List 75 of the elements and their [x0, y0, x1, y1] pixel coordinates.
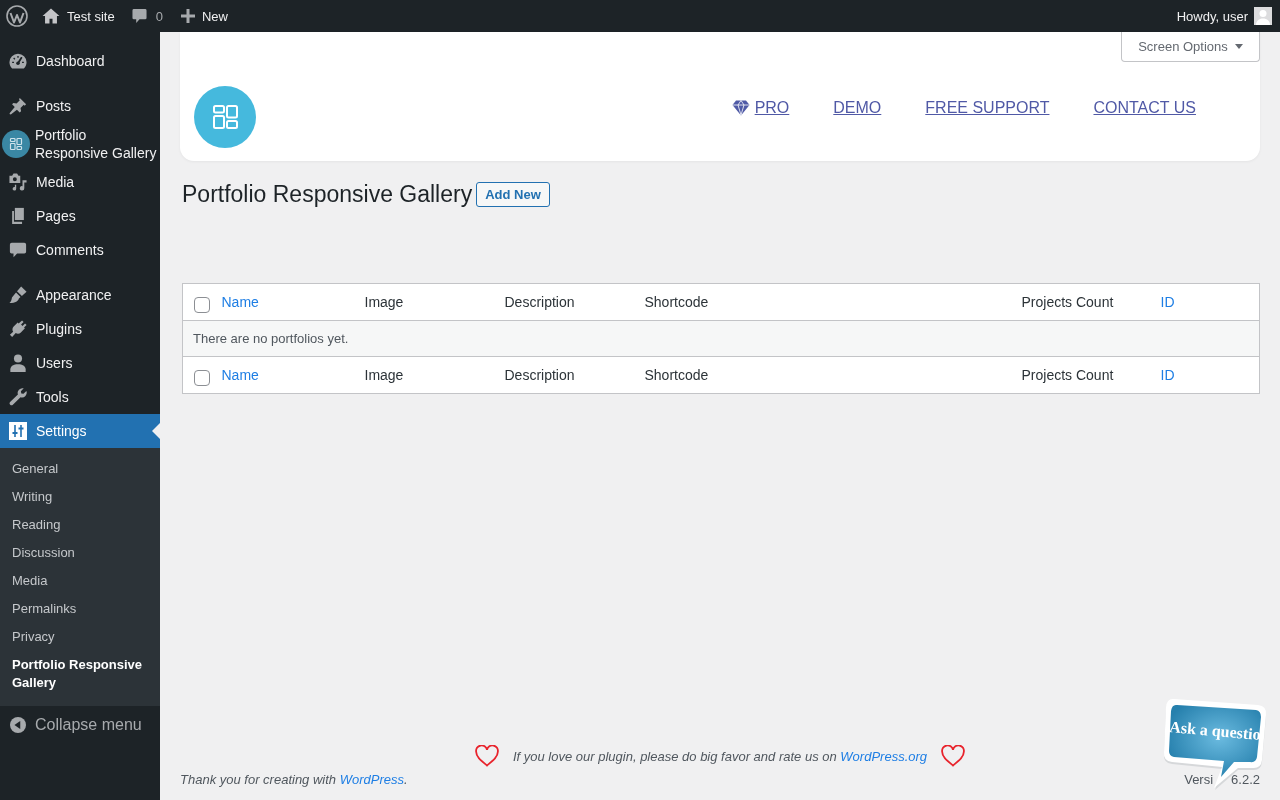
submenu-item[interactable]: Writing	[0, 483, 160, 511]
heart-icon	[941, 745, 966, 767]
submenu-item[interactable]: Discussion	[0, 539, 160, 567]
sidebar-menu-item[interactable]: Users	[0, 346, 160, 380]
submenu-item[interactable]: Privacy	[0, 623, 160, 651]
sortable-column-header[interactable]: Name	[221, 294, 259, 310]
gauge-icon	[9, 52, 27, 70]
select-all-checkbox[interactable]	[194, 369, 210, 386]
column-header: Projects Count	[1021, 294, 1114, 310]
pages-icon	[9, 207, 27, 225]
sortable-column-header[interactable]: ID	[1160, 294, 1175, 310]
grid-badge-icon	[2, 130, 30, 158]
column-header: Shortcode	[644, 367, 709, 383]
version-text: Versi	[1184, 771, 1214, 787]
grid-logo-icon	[194, 86, 256, 148]
pointer-icon	[152, 423, 160, 439]
header-nav-link[interactable]: PRO	[731, 98, 790, 117]
diamond-icon	[731, 99, 750, 116]
site-link[interactable]: Test site	[34, 0, 123, 32]
pin-icon	[9, 97, 27, 115]
version-text: 6.2.2	[1231, 771, 1260, 787]
sidebar-menu-item[interactable]: Settings	[0, 414, 160, 448]
empty-table-message: There are no portfolios yet.	[193, 331, 349, 346]
sidebar-menu-item[interactable]: Portfolio Responsive Gallery	[0, 123, 160, 165]
column-header: Image	[364, 294, 404, 310]
submenu-item[interactable]: Media	[0, 567, 160, 595]
camera-music-icon	[9, 173, 27, 191]
paintbrush-icon	[9, 286, 27, 304]
wrench-icon	[9, 388, 27, 406]
rating-request-text: If you love our plugin, please do big favor and rate us on WordPress.org	[512, 748, 928, 764]
left-arrow-circle-icon	[10, 717, 26, 733]
submenu-item[interactable]: General	[0, 455, 160, 483]
collapse-menu-button[interactable]: Collapse menu	[0, 706, 160, 744]
select-all-checkbox[interactable]	[194, 296, 210, 313]
submenu-item[interactable]: Portfolio Responsive Gallery	[0, 651, 160, 697]
sidebar-menu-item[interactable]: Media	[0, 165, 160, 199]
submenu-item[interactable]: Reading	[0, 511, 160, 539]
wordpress-org-link[interactable]: WordPress.org	[840, 748, 928, 764]
column-header: Projects Count	[1021, 367, 1114, 383]
plus-icon	[180, 9, 195, 23]
account-link[interactable]: Howdy, user	[1168, 0, 1280, 32]
caret-icon	[1234, 44, 1243, 49]
sortable-column-header[interactable]: ID	[1160, 367, 1175, 383]
plug-icon	[9, 320, 27, 338]
column-header: Description	[504, 294, 575, 310]
header-nav-link[interactable]: FREE SUPPORT	[925, 98, 1050, 117]
header-nav-link[interactable]: DEMO	[833, 98, 882, 117]
sidebar-menu-item[interactable]: Posts	[0, 89, 160, 123]
person-icon	[9, 354, 27, 372]
sidebar-menu-item[interactable]: Comments	[0, 233, 160, 267]
heart-icon	[474, 745, 499, 767]
sortable-column-header[interactable]: Name	[221, 367, 259, 383]
sliders-icon	[9, 422, 27, 440]
thanks-text: Thank you for creating with WordPress.	[180, 771, 408, 787]
sidebar-menu-item[interactable]: Pages	[0, 199, 160, 233]
comments-link[interactable]: 0	[122, 0, 171, 32]
screen-options-button[interactable]: Screen Options	[1121, 32, 1260, 62]
sidebar-menu-item[interactable]: Appearance	[0, 278, 160, 312]
add-new-button[interactable]: Add New	[476, 181, 550, 207]
sidebar-menu-item[interactable]: Plugins	[0, 312, 160, 346]
submenu-item[interactable]: Permalinks	[0, 595, 160, 623]
sidebar-menu-item[interactable]: Dashboard	[0, 44, 160, 78]
column-header: Description	[504, 367, 575, 383]
logo-icon[interactable]	[6, 5, 28, 27]
avatar-icon	[1254, 7, 1272, 25]
column-header: Shortcode	[644, 294, 709, 310]
speech-bubble-icon	[131, 8, 147, 24]
wordpress-link[interactable]: WordPress	[339, 771, 404, 787]
speech-bubble-icon	[9, 241, 27, 259]
sidebar-menu-item[interactable]: Tools	[0, 380, 160, 414]
column-header: Image	[364, 367, 404, 383]
header-nav-link[interactable]: CONTACT US	[1093, 98, 1196, 117]
page-title: Portfolio Responsive Gallery	[182, 180, 473, 209]
new-content-link[interactable]: New	[170, 0, 236, 32]
home-icon	[42, 8, 60, 24]
